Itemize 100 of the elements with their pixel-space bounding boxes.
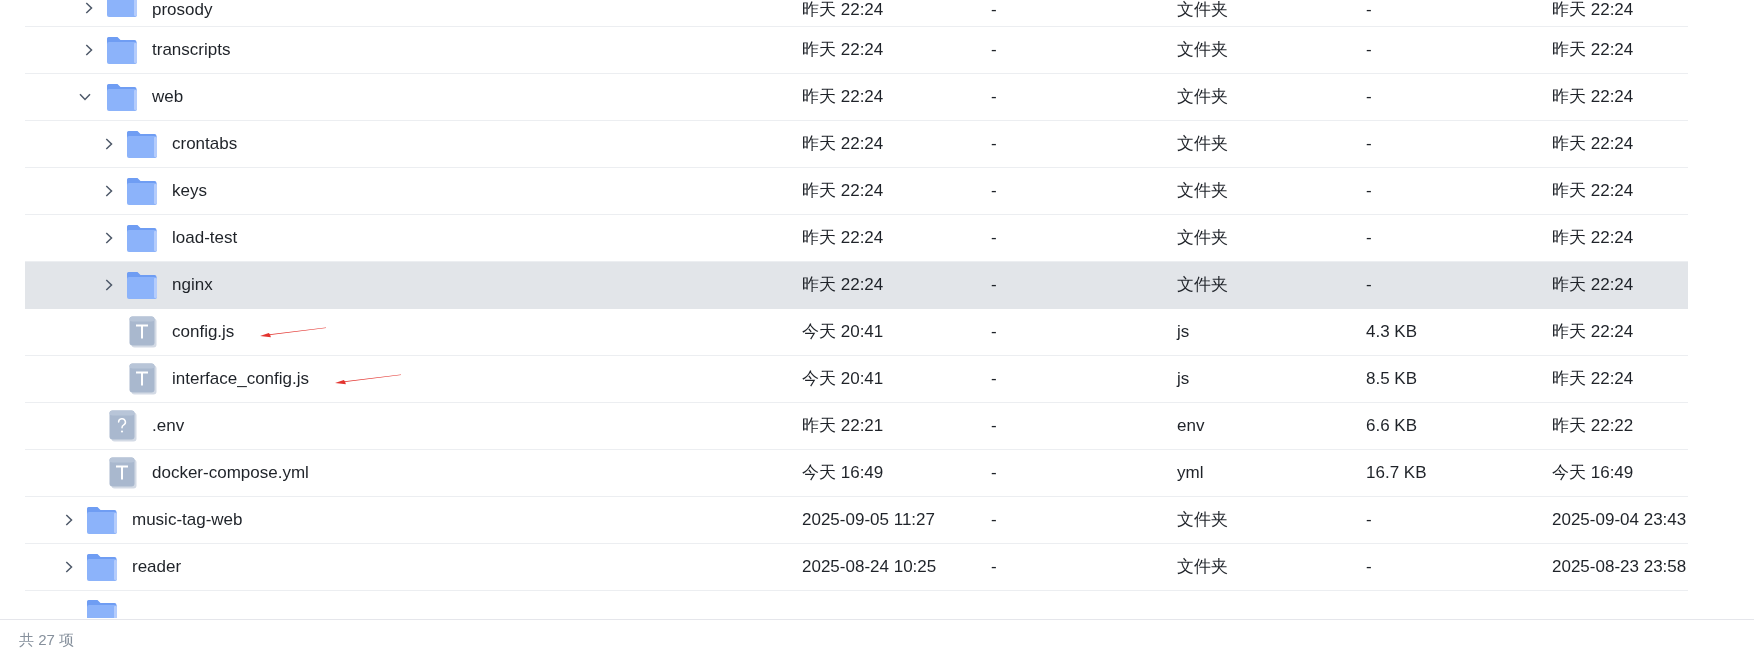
folder-icon [126,176,158,206]
file-size: - [1366,275,1372,295]
file-size: 8.5 KB [1366,369,1418,389]
timestamp: 2025-09-04 23:43 [1552,510,1687,530]
timestamp: 昨天 22:24 [802,134,884,154]
file-name[interactable]: interface_config.js [172,369,310,389]
file-type: 文件夹 [1177,181,1228,201]
timestamp: 昨天 22:24 [1552,40,1634,60]
folder-icon [126,270,158,300]
table-cell: - [991,0,997,20]
file-name[interactable]: prosody [152,0,213,20]
timestamp: 今天 16:49 [1552,463,1634,483]
chevron-right-icon[interactable] [85,44,93,56]
file-size: - [1366,0,1372,20]
file-size: - [1366,557,1372,577]
file-name[interactable]: nginx [172,275,213,295]
file-name[interactable]: crontabs [172,134,238,154]
text-file-icon [106,457,138,489]
folder-icon [126,129,158,159]
table-cell: - [991,510,997,530]
timestamp: 今天 20:41 [802,322,884,342]
timestamp: 昨天 22:24 [802,87,884,107]
folder-icon [106,0,138,18]
chevron-right-icon[interactable] [105,185,113,197]
table-cell: - [991,228,997,248]
table-cell: - [991,40,997,60]
timestamp: 昨天 22:24 [802,275,884,295]
file-name[interactable]: config.js [172,322,235,342]
file-size: 4.3 KB [1366,322,1418,342]
file-type: 文件夹 [1177,557,1228,577]
timestamp: 昨天 22:24 [802,181,884,201]
chevron-right-icon[interactable] [105,279,113,291]
file-name[interactable]: load-test [172,228,238,248]
file-size: - [1366,510,1372,530]
file-name[interactable]: web [152,87,184,107]
file-type: 文件夹 [1177,0,1228,20]
file-size: 16.7 KB [1366,463,1427,483]
file-size: - [1366,40,1372,60]
folder-icon [86,505,118,535]
file-row[interactable]: nginx 昨天 22:24 - 文件夹 - 昨天 22:24 [25,262,1688,309]
chevron-down-icon[interactable] [79,93,91,101]
timestamp: 今天 16:49 [802,463,884,483]
timestamp: 昨天 22:24 [802,0,884,20]
folder-icon [106,82,138,112]
folder-icon [106,35,138,65]
file-type: yml [1177,463,1204,483]
file-name[interactable]: docker-compose.yml [152,463,309,483]
table-cell: - [991,134,997,154]
file-size: - [1366,134,1372,154]
file-name[interactable]: transcripts [152,40,231,60]
timestamp: 2025-09-05 11:27 [802,510,935,530]
timestamp: 昨天 22:24 [802,228,884,248]
file-type: js [1177,322,1190,342]
file-name[interactable]: music-tag-web [132,510,243,530]
timestamp: 昨天 22:24 [802,40,884,60]
timestamp: 昨天 22:24 [1552,322,1634,342]
timestamp: 昨天 22:24 [1552,134,1634,154]
table-cell: - [991,181,997,201]
file-type: 文件夹 [1177,134,1228,154]
file-size: - [1366,87,1372,107]
timestamp: 昨天 22:24 [1552,87,1634,107]
timestamp: 2025-08-24 10:25 [802,557,937,577]
table-cell: - [991,322,997,342]
folder-icon [126,223,158,253]
folder-icon [86,598,118,618]
item-count: 共 27 项 [19,629,75,650]
table-cell: - [991,275,997,295]
timestamp: 昨天 22:24 [1552,228,1634,248]
file-type: 文件夹 [1177,275,1228,295]
file-size: - [1366,228,1372,248]
table-cell: - [991,557,997,577]
timestamp: 昨天 22:21 [802,416,884,436]
table-cell: - [991,416,997,436]
timestamp: 昨天 22:22 [1552,416,1634,436]
timestamp: 今天 20:41 [802,369,884,389]
timestamp: 昨天 22:24 [1552,369,1634,389]
file-name[interactable]: keys [172,181,207,201]
chevron-right-icon[interactable] [65,561,73,573]
text-file-icon [126,363,158,395]
chevron-right-icon[interactable] [85,2,93,14]
file-type: 文件夹 [1177,510,1228,530]
file-name[interactable]: .env [152,416,185,436]
file-type: env [1177,416,1205,436]
chevron-right-icon[interactable] [105,232,113,244]
chevron-right-icon[interactable] [105,138,113,150]
file-type: 文件夹 [1177,40,1228,60]
text-file-icon [126,316,158,348]
table-cell: - [991,87,997,107]
file-row[interactable]: prosody 昨天 22:24 - 文件夹 - 昨天 22:24 [25,0,1688,27]
folder-icon [86,552,118,582]
file-size: 6.6 KB [1366,416,1418,436]
file-name[interactable]: reader [132,557,182,577]
chevron-right-icon[interactable] [65,514,73,526]
file-type: 文件夹 [1177,228,1228,248]
timestamp: 昨天 22:24 [1552,181,1634,201]
file-size: - [1366,181,1372,201]
question-mark-file-icon [106,410,138,442]
timestamp: 2025-08-23 23:58 [1552,557,1687,577]
table-cell: - [991,463,997,483]
file-type: 文件夹 [1177,87,1228,107]
